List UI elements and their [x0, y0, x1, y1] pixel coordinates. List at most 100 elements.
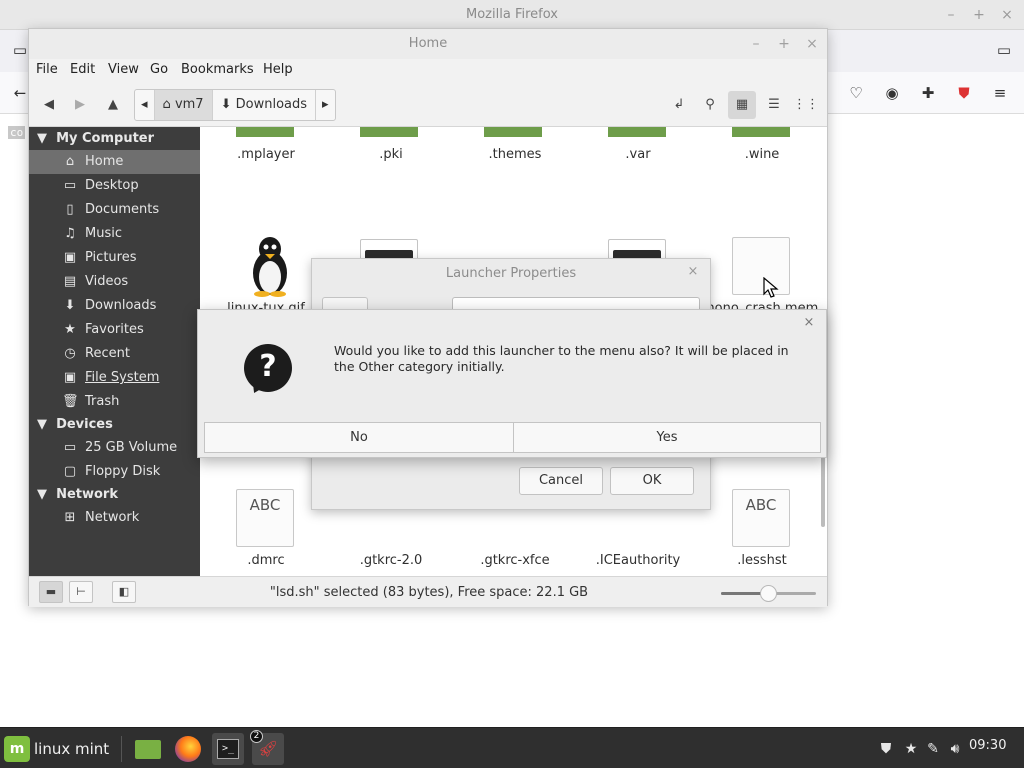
- star-icon[interactable]: ★: [901, 738, 921, 760]
- tux-penguin-icon[interactable]: [248, 235, 292, 297]
- taskbar-separator: [121, 736, 122, 762]
- ok-button[interactable]: OK: [610, 467, 694, 495]
- pen-icon[interactable]: ✎: [923, 738, 943, 760]
- maximize-icon[interactable]: +: [773, 33, 795, 55]
- sidebar-section-devices[interactable]: ▼ Devices: [37, 414, 113, 436]
- taskbar: m linux mint >_ 🚀︎ 2 ⛊ ★ ✎ 🔊︎ 09:30: [0, 727, 1024, 768]
- terminal-icon[interactable]: >_: [212, 733, 244, 765]
- file-label[interactable]: .var: [578, 147, 698, 162]
- floppy-icon: ▢: [63, 464, 77, 479]
- file-label[interactable]: .themes: [455, 147, 575, 162]
- yes-button[interactable]: Yes: [513, 422, 821, 453]
- search-icon[interactable]: ⚲: [698, 93, 722, 117]
- downloads-icon: ⬇: [64, 298, 76, 313]
- sidebar-item-network[interactable]: ⊞ Network: [29, 506, 200, 530]
- file-label[interactable]: .gtkrc-2.0: [331, 553, 451, 568]
- maximize-icon[interactable]: +: [968, 4, 990, 26]
- list-view-icon[interactable]: ☰: [760, 91, 788, 119]
- volume-icon[interactable]: 🔊︎: [945, 738, 965, 760]
- places-pane-icon[interactable]: ▬: [39, 581, 63, 603]
- folder-icon[interactable]: [360, 127, 418, 137]
- tree-pane-icon[interactable]: ⊢: [69, 581, 93, 603]
- sidebar-item-downloads[interactable]: ⬇ Downloads: [29, 294, 200, 318]
- clock[interactable]: 09:30: [969, 738, 1006, 753]
- breadcrumb-left-arrow-icon[interactable]: ◂: [135, 90, 155, 120]
- icon-view-icon[interactable]: ▦: [728, 91, 756, 119]
- breadcrumb-downloads[interactable]: ⬇ Downloads: [213, 90, 317, 120]
- pocket-icon[interactable]: ♡: [844, 81, 868, 105]
- sidebar-section-network[interactable]: ▼ Network: [37, 484, 118, 506]
- menu-help[interactable]: Help: [263, 62, 293, 77]
- tab-list-icon[interactable]: ▭: [992, 38, 1016, 62]
- breadcrumb-home-label: vm7: [174, 97, 204, 112]
- cancel-button[interactable]: Cancel: [519, 467, 603, 495]
- folder-icon[interactable]: [236, 127, 294, 137]
- trash-icon: 🗑︎: [62, 394, 79, 409]
- status-text: "lsd.sh" selected (83 bytes), Free space…: [269, 585, 589, 600]
- sidebar: ▼ My Computer ⌂ Home ▭ Desktop ▯ Documen…: [29, 127, 200, 576]
- close-icon[interactable]: ×: [801, 33, 823, 55]
- firefox-icon[interactable]: [172, 733, 204, 765]
- sidebar-section-my-computer[interactable]: ▼ My Computer: [37, 128, 154, 150]
- sidebar-item-floppy-disk[interactable]: ▢ Floppy Disk: [29, 460, 200, 484]
- text-file-icon[interactable]: ABC: [236, 489, 294, 547]
- sidebar-item-file-system[interactable]: ▣ File System: [29, 366, 200, 390]
- sidebar-item-25gb-volume[interactable]: ▭ 25 GB Volume: [29, 436, 200, 460]
- file-label[interactable]: .pki: [331, 147, 451, 162]
- file-label[interactable]: .dmrc: [206, 553, 326, 568]
- file-label[interactable]: .wine: [702, 147, 822, 162]
- pictures-icon: ▣: [63, 250, 77, 265]
- file-label[interactable]: .mplayer: [206, 147, 326, 162]
- zoom-slider-knob[interactable]: [760, 585, 777, 602]
- menubar: File Edit View Go Bookmarks Help: [29, 59, 827, 83]
- shield-icon[interactable]: ⛊: [876, 738, 896, 760]
- close-icon[interactable]: ×: [684, 264, 702, 279]
- folder-icon[interactable]: [608, 127, 666, 137]
- clock-icon: ◷: [64, 346, 76, 361]
- sidebar-item-videos[interactable]: ▤ Videos: [29, 270, 200, 294]
- file-label[interactable]: .gtkrc-xfce: [455, 553, 575, 568]
- menu-view[interactable]: View: [108, 62, 139, 77]
- hamburger-menu-icon[interactable]: ≡: [988, 81, 1012, 105]
- menu-file[interactable]: File: [36, 62, 58, 77]
- file-label[interactable]: .ICEauthority: [578, 553, 698, 568]
- no-button[interactable]: No: [204, 422, 514, 453]
- toggle-location-icon[interactable]: ↲: [667, 93, 691, 117]
- sidebar-item-desktop[interactable]: ▭ Desktop: [29, 174, 200, 198]
- blob-file-icon[interactable]: [732, 237, 790, 295]
- forward-arrow-icon[interactable]: ▶: [68, 93, 92, 117]
- drive-icon: ▭: [63, 440, 77, 455]
- breadcrumb-right-arrow-icon[interactable]: ▸: [316, 90, 335, 120]
- hide-sidebar-icon[interactable]: ◧: [112, 581, 136, 603]
- zoom-slider[interactable]: [721, 585, 816, 602]
- breadcrumb-home[interactable]: ⌂ vm7: [154, 90, 213, 120]
- folder-icon[interactable]: [732, 127, 790, 137]
- close-icon[interactable]: ×: [996, 4, 1018, 26]
- file-manager-titlebar: Home – + ×: [29, 29, 827, 59]
- file-label[interactable]: .lesshst: [702, 553, 822, 568]
- sidebar-item-documents[interactable]: ▯ Documents: [29, 198, 200, 222]
- text-file-icon[interactable]: ABC: [732, 489, 790, 547]
- sidebar-item-home[interactable]: ⌂ Home: [29, 150, 200, 174]
- sidebar-item-music[interactable]: ♫ Music: [29, 222, 200, 246]
- compact-view-icon[interactable]: ⋮⋮: [792, 91, 820, 119]
- extensions-icon[interactable]: ✚: [916, 81, 940, 105]
- sidebar-item-pictures[interactable]: ▣ Pictures: [29, 246, 200, 270]
- minimize-icon[interactable]: –: [745, 33, 767, 55]
- ublock-icon[interactable]: ⛊: [952, 81, 976, 105]
- up-arrow-icon[interactable]: ▲: [101, 93, 125, 117]
- folder-icon[interactable]: [484, 127, 542, 137]
- back-arrow-icon[interactable]: ◀: [37, 93, 61, 117]
- menu-edit[interactable]: Edit: [70, 62, 95, 77]
- minimize-icon[interactable]: –: [940, 4, 962, 26]
- close-icon[interactable]: ×: [800, 315, 818, 330]
- sidebar-item-trash[interactable]: 🗑︎ Trash: [29, 390, 200, 414]
- sidebar-item-favorites[interactable]: ★ Favorites: [29, 318, 200, 342]
- menu-go[interactable]: Go: [150, 62, 168, 77]
- files-icon[interactable]: [132, 733, 164, 765]
- start-menu-button[interactable]: m linux mint: [4, 734, 109, 764]
- sidebar-item-recent[interactable]: ◷ Recent: [29, 342, 200, 366]
- menu-bookmarks[interactable]: Bookmarks: [181, 62, 254, 77]
- sidebar-item-label: Home: [85, 154, 124, 169]
- account-icon[interactable]: ◉: [880, 81, 904, 105]
